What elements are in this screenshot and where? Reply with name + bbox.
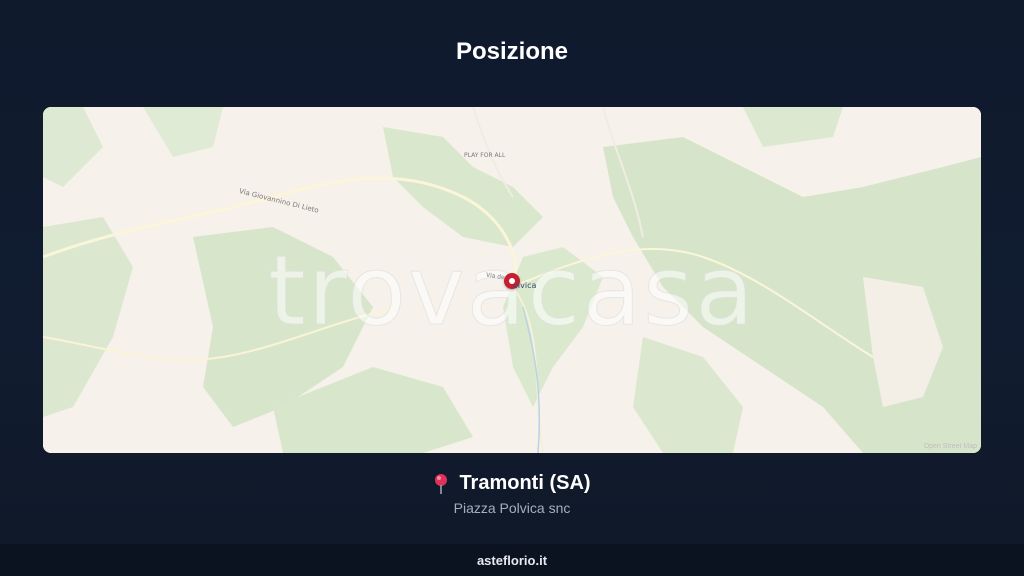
footer: asteflorio.it xyxy=(0,544,1024,576)
map-pin-icon xyxy=(435,473,448,494)
page-title: Posizione xyxy=(455,38,569,65)
footer-site-link[interactable]: asteflorio.it xyxy=(477,553,547,568)
map-view[interactable]: trovacasa Via Giovannino Di Lieto PLAY F… xyxy=(43,107,981,453)
map-attribution: Open Street Map xyxy=(923,443,977,450)
place-label: olvica xyxy=(513,281,537,290)
location-header: Tramonti (SA) xyxy=(0,472,1024,495)
location-address: Piazza Polvica snc xyxy=(453,500,571,516)
location-name: Tramonti (SA) xyxy=(459,472,591,494)
poi-label: PLAY FOR ALL xyxy=(464,152,506,159)
